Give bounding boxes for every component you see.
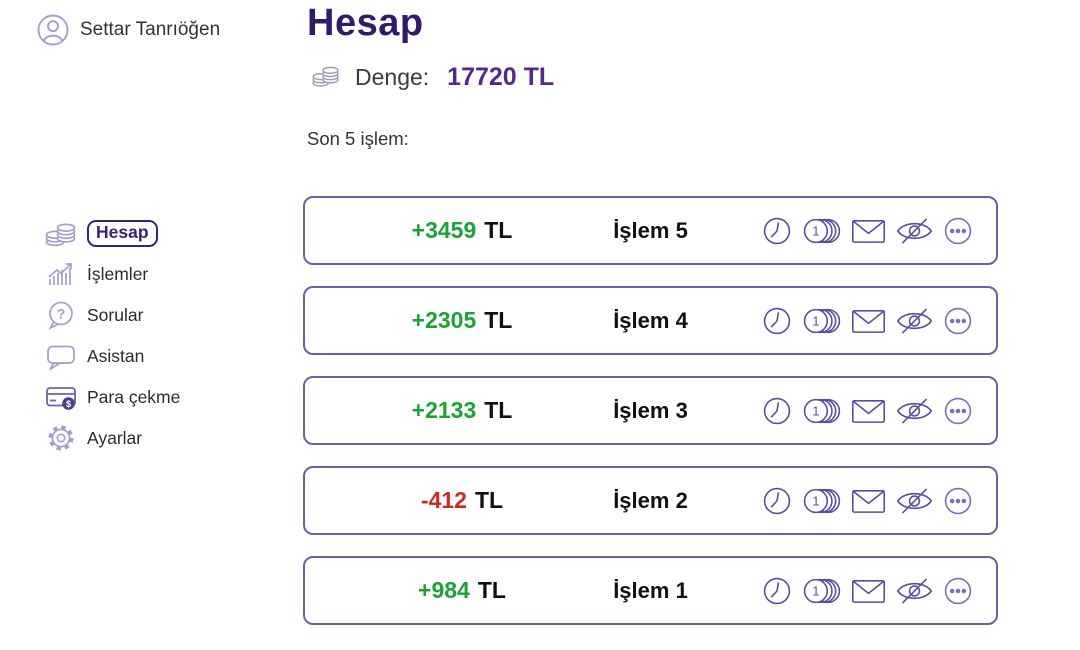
mail-icon[interactable] — [850, 215, 887, 247]
user-profile: Settar Tanrıöğen — [36, 13, 220, 47]
sidebar-item-label: Asistan — [87, 346, 144, 367]
transaction-row: +2133 TL İşlem 3 1 — [303, 376, 998, 445]
transaction-amount: +2133 — [412, 397, 477, 424]
transaction-amount-block: +2133 TL — [373, 378, 551, 443]
eye-off-icon[interactable] — [895, 485, 934, 517]
transaction-row: -412 TL İşlem 2 1 — [303, 466, 998, 535]
sidebar-item-ayarlar[interactable]: Ayarlar — [44, 423, 180, 453]
more-icon[interactable] — [942, 395, 974, 427]
transaction-amount-block: +984 TL — [373, 558, 551, 623]
transaction-label: İşlem 4 — [613, 288, 688, 353]
transaction-amount-block: -412 TL — [373, 468, 551, 533]
question-bubble-icon: ? — [44, 300, 78, 330]
chat-bubble-icon — [44, 342, 78, 370]
sidebar-item-label: Hesap — [87, 220, 158, 247]
coins-icon[interactable]: 1 — [801, 215, 842, 247]
transaction-actions: 1 — [761, 288, 974, 353]
transactions-list: +3459 TL İşlem 5 1 — [303, 196, 998, 646]
transaction-actions: 1 — [761, 558, 974, 623]
transaction-row: +3459 TL İşlem 5 1 — [303, 196, 998, 265]
sidebar: Hesap İşlemler ? Sorular As — [44, 218, 180, 453]
sidebar-item-label: Para çekme — [87, 387, 180, 408]
eye-off-icon[interactable] — [895, 305, 934, 337]
balance-value: 17720 TL — [447, 63, 554, 92]
clock-icon[interactable] — [761, 305, 793, 337]
svg-text:1: 1 — [812, 583, 819, 598]
mail-icon[interactable] — [850, 395, 887, 427]
transaction-currency: TL — [484, 307, 512, 334]
eye-off-icon[interactable] — [895, 215, 934, 247]
clock-icon[interactable] — [761, 575, 793, 607]
svg-text:1: 1 — [812, 223, 819, 238]
coins-icon[interactable]: 1 — [801, 485, 842, 517]
sidebar-item-islemler[interactable]: İşlemler — [44, 259, 180, 289]
transaction-actions: 1 — [761, 378, 974, 443]
svg-text:1: 1 — [812, 493, 819, 508]
sidebar-item-sorular[interactable]: ? Sorular — [44, 300, 180, 330]
sidebar-item-label: Sorular — [87, 305, 143, 326]
more-icon[interactable] — [942, 305, 974, 337]
more-icon[interactable] — [942, 485, 974, 517]
coins-icon[interactable]: 1 — [801, 305, 842, 337]
card-icon: $ — [44, 382, 78, 412]
coins-icon — [44, 217, 78, 249]
user-name: Settar Tanrıöğen — [80, 19, 220, 41]
transaction-label: İşlem 5 — [613, 198, 688, 263]
transaction-amount-block: +2305 TL — [373, 288, 551, 353]
eye-off-icon[interactable] — [895, 575, 934, 607]
transaction-row: +984 TL İşlem 1 1 — [303, 556, 998, 625]
svg-text:1: 1 — [812, 403, 819, 418]
transaction-currency: TL — [484, 397, 512, 424]
svg-text:?: ? — [57, 306, 66, 322]
transaction-label: İşlem 2 — [613, 468, 688, 533]
transaction-actions: 1 — [761, 198, 974, 263]
coins-icon[interactable]: 1 — [801, 395, 842, 427]
transaction-label: İşlem 3 — [613, 378, 688, 443]
chart-icon — [44, 259, 78, 289]
sidebar-item-label: İşlemler — [87, 264, 148, 285]
transaction-amount: +984 — [418, 577, 470, 604]
transaction-currency: TL — [484, 217, 512, 244]
mail-icon[interactable] — [850, 305, 887, 337]
transaction-currency: TL — [475, 487, 503, 514]
more-icon[interactable] — [942, 215, 974, 247]
gear-icon — [44, 423, 78, 453]
transaction-label: İşlem 1 — [613, 558, 688, 623]
sidebar-item-hesap[interactable]: Hesap — [44, 218, 180, 248]
page-title: Hesap — [307, 2, 424, 45]
clock-icon[interactable] — [761, 215, 793, 247]
sidebar-item-para-cekme[interactable]: $ Para çekme — [44, 382, 180, 412]
more-icon[interactable] — [942, 575, 974, 607]
user-avatar-icon — [36, 13, 70, 47]
transaction-amount: +3459 — [412, 217, 477, 244]
transaction-amount: +2305 — [412, 307, 477, 334]
transaction-currency: TL — [478, 577, 506, 604]
sidebar-item-label: Ayarlar — [87, 428, 142, 449]
svg-text:1: 1 — [812, 313, 819, 328]
coins-icon — [311, 60, 341, 95]
transaction-amount-block: +3459 TL — [373, 198, 551, 263]
mail-icon[interactable] — [850, 575, 887, 607]
sidebar-item-asistan[interactable]: Asistan — [44, 341, 180, 371]
balance-row: Denge: 17720 TL — [311, 60, 554, 95]
svg-text:$: $ — [66, 399, 71, 409]
transaction-actions: 1 — [761, 468, 974, 533]
mail-icon[interactable] — [850, 485, 887, 517]
transactions-header: Son 5 işlem: — [307, 128, 409, 150]
transaction-row: +2305 TL İşlem 4 1 — [303, 286, 998, 355]
transaction-amount: -412 — [421, 487, 467, 514]
coins-icon[interactable]: 1 — [801, 575, 842, 607]
clock-icon[interactable] — [761, 485, 793, 517]
clock-icon[interactable] — [761, 395, 793, 427]
eye-off-icon[interactable] — [895, 395, 934, 427]
balance-label: Denge: — [355, 64, 429, 91]
